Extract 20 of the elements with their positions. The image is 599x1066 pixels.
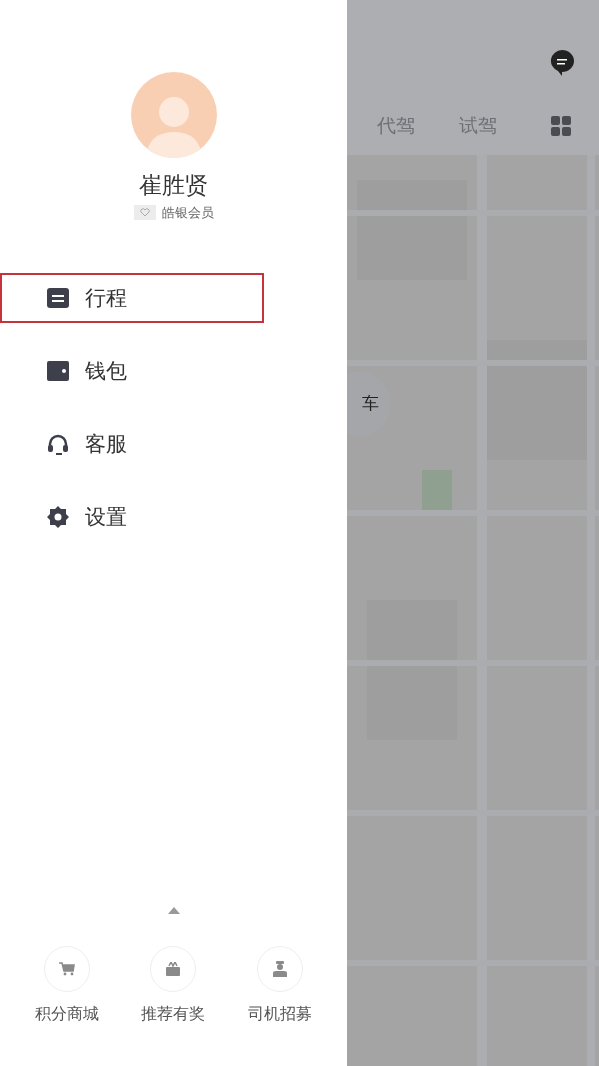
membership-level: 皓银会员 <box>161 204 214 222</box>
headset-icon <box>47 432 69 455</box>
menu-item[interactable]: 客服 <box>0 418 264 469</box>
cart-icon <box>59 962 76 976</box>
shortcut-item[interactable]: 推荐有奖 <box>128 946 219 1026</box>
list-icon <box>47 287 69 308</box>
wallet-icon <box>47 360 69 381</box>
user-name: 崔胜贤 <box>139 171 208 199</box>
settings-icon <box>47 505 69 528</box>
menu-item[interactable]: 行程 <box>0 272 264 323</box>
menu-item[interactable]: 设置 <box>0 491 264 542</box>
heart-badge-icon <box>133 205 156 221</box>
shortcut-item[interactable]: 积分商城 <box>22 946 113 1026</box>
expand-caret-icon[interactable] <box>167 907 180 914</box>
chat-icon[interactable] <box>550 50 574 76</box>
shortcut-item[interactable]: 司机招募 <box>234 946 325 1026</box>
menu-item[interactable]: 钱包 <box>0 345 264 396</box>
gift-icon <box>165 962 182 976</box>
grid-icon[interactable] <box>551 116 571 136</box>
driver-icon <box>271 961 288 977</box>
